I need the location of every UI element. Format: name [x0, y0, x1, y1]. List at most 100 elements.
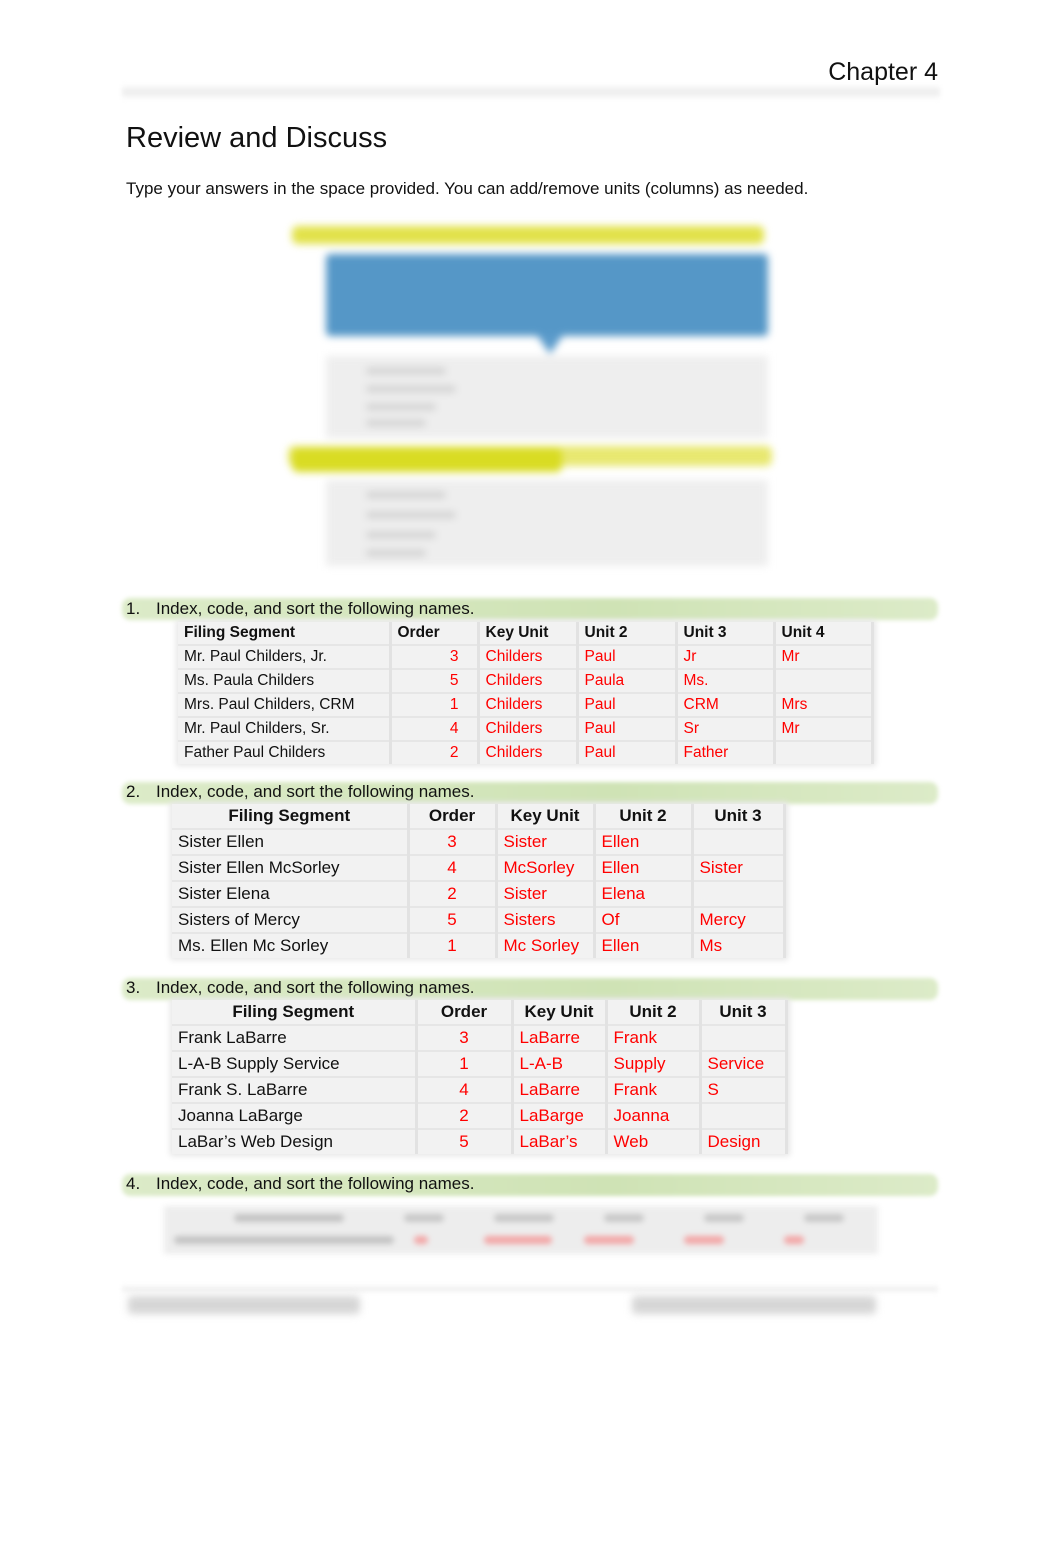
- order-cell[interactable]: 5: [416, 1128, 514, 1154]
- unit-4-cell[interactable]: Mr: [774, 716, 874, 741]
- order-cell[interactable]: 3: [416, 1024, 514, 1051]
- key-unit-cell[interactable]: LaBarre: [512, 1076, 608, 1103]
- figure-line: [366, 404, 436, 410]
- unit-3-cell[interactable]: CRM: [676, 692, 776, 717]
- key-unit-cell[interactable]: Childers: [478, 668, 579, 693]
- key-unit-cell[interactable]: LaBarge: [512, 1102, 608, 1129]
- filing-segment-cell: Sister Ellen: [172, 828, 410, 855]
- figure-callout-pointer: [536, 334, 564, 354]
- unit-3-cell[interactable]: S: [700, 1076, 788, 1103]
- figure-table-1: [326, 356, 768, 438]
- chapter-label: Chapter 4: [828, 58, 938, 86]
- order-cell[interactable]: 1: [390, 692, 480, 717]
- filing-segment-cell: Mr. Paul Childers, Sr.: [178, 716, 392, 741]
- unit-3-cell[interactable]: [700, 1024, 788, 1051]
- unit-3-cell[interactable]: Mercy: [692, 906, 786, 933]
- key-unit-cell[interactable]: LaBar’s: [512, 1128, 608, 1154]
- key-unit-cell[interactable]: LaBarre: [512, 1024, 608, 1051]
- unit-2-cell[interactable]: Ellen: [594, 854, 694, 881]
- unit-3-cell[interactable]: Jr: [676, 644, 776, 669]
- order-cell[interactable]: 5: [408, 906, 498, 933]
- header-key-unit: Key Unit: [496, 804, 596, 829]
- unit-2-cell[interactable]: Elena: [594, 880, 694, 907]
- key-unit-cell[interactable]: L-A-B: [512, 1050, 608, 1077]
- unit-2-cell[interactable]: Frank: [606, 1024, 702, 1051]
- figure-line: [366, 532, 436, 538]
- order-cell[interactable]: 1: [416, 1050, 514, 1077]
- unit-3-cell[interactable]: Ms: [692, 932, 786, 958]
- key-unit-cell[interactable]: Sister: [496, 828, 596, 855]
- key-unit-cell[interactable]: Childers: [478, 644, 579, 669]
- question-number: 4.: [126, 1174, 141, 1193]
- figure-line: [366, 492, 446, 498]
- unit-4-cell[interactable]: [774, 740, 874, 764]
- unit-2-cell[interactable]: Frank: [606, 1076, 702, 1103]
- unit-2-cell[interactable]: Web: [606, 1128, 702, 1154]
- order-cell[interactable]: 1: [408, 932, 498, 958]
- unit-3-cell[interactable]: [692, 880, 786, 907]
- blurred-header-text: [494, 1214, 554, 1222]
- table-row: Ms. Ellen Mc Sorley 1 Mc Sorley Ellen Ms: [172, 932, 786, 958]
- key-unit-cell[interactable]: Sisters: [496, 906, 596, 933]
- header-unit-4: Unit 4: [774, 622, 874, 645]
- order-cell[interactable]: 2: [408, 880, 498, 907]
- header-unit-3: Unit 3: [692, 804, 786, 829]
- blurred-header-text: [234, 1214, 344, 1222]
- question-3-table: Filing Segment Order Key Unit Unit 2 Uni…: [172, 1000, 788, 1154]
- filing-segment-cell: Frank LaBarre: [172, 1024, 418, 1051]
- unit-4-cell[interactable]: [774, 668, 874, 693]
- order-cell[interactable]: 3: [408, 828, 498, 855]
- table-row: Mrs. Paul Childers, CRM 1 Childers Paul …: [178, 692, 874, 717]
- table-row: Sister Elena 2 Sister Elena: [172, 880, 786, 907]
- unit-3-cell[interactable]: Ms.: [676, 668, 776, 693]
- unit-2-cell[interactable]: Paul: [577, 692, 678, 717]
- unit-3-cell[interactable]: [692, 828, 786, 855]
- key-unit-cell[interactable]: Childers: [478, 740, 579, 764]
- order-cell[interactable]: 4: [408, 854, 498, 881]
- unit-2-cell[interactable]: Paula: [577, 668, 678, 693]
- unit-3-cell[interactable]: Service: [700, 1050, 788, 1077]
- table-row: Mr. Paul Childers, Sr. 4 Childers Paul S…: [178, 716, 874, 741]
- order-cell[interactable]: 4: [416, 1076, 514, 1103]
- order-cell[interactable]: 3: [390, 644, 480, 669]
- filing-segment-cell: Joanna LaBarge: [172, 1102, 418, 1129]
- table-row: Frank S. LaBarre 4 LaBarre Frank S: [172, 1076, 788, 1103]
- unit-3-cell[interactable]: Sister: [692, 854, 786, 881]
- unit-2-cell[interactable]: Supply: [606, 1050, 702, 1077]
- unit-4-cell[interactable]: Mrs: [774, 692, 874, 717]
- question-number: 1.: [126, 599, 141, 618]
- unit-2-cell[interactable]: Joanna: [606, 1102, 702, 1129]
- unit-2-cell[interactable]: Paul: [577, 716, 678, 741]
- order-cell[interactable]: 4: [390, 716, 480, 741]
- unit-2-cell[interactable]: Of: [594, 906, 694, 933]
- figure-line: [366, 550, 426, 556]
- unit-3-cell[interactable]: [700, 1102, 788, 1129]
- question-1-table: Filing Segment Order Key Unit Unit 2 Uni…: [178, 622, 874, 764]
- unit-2-cell[interactable]: Paul: [577, 644, 678, 669]
- order-cell[interactable]: 2: [390, 740, 480, 764]
- key-unit-cell[interactable]: Childers: [478, 692, 579, 717]
- table-row: Father Paul Childers 2 Childers Paul Fat…: [178, 740, 874, 764]
- unit-3-cell[interactable]: Design: [700, 1128, 788, 1154]
- key-unit-cell[interactable]: Mc Sorley: [496, 932, 596, 958]
- header-order: Order: [408, 804, 498, 829]
- unit-3-cell[interactable]: Father: [676, 740, 776, 764]
- unit-2-cell[interactable]: Ellen: [594, 932, 694, 958]
- question-text: Index, code, and sort the following name…: [156, 599, 475, 618]
- filing-segment-cell: Father Paul Childers: [178, 740, 392, 764]
- unit-2-cell[interactable]: Ellen: [594, 828, 694, 855]
- order-cell[interactable]: 5: [390, 668, 480, 693]
- unit-3-cell[interactable]: Sr: [676, 716, 776, 741]
- blurred-header-text: [804, 1214, 844, 1222]
- key-unit-cell[interactable]: Sister: [496, 880, 596, 907]
- question-text: Index, code, and sort the following name…: [156, 978, 475, 997]
- footer-right-blurred: [632, 1296, 876, 1314]
- order-cell[interactable]: 2: [416, 1102, 514, 1129]
- blurred-answer: [784, 1236, 804, 1244]
- unit-4-cell[interactable]: Mr: [774, 644, 874, 669]
- unit-2-cell[interactable]: Paul: [577, 740, 678, 764]
- header-filing-segment: Filing Segment: [178, 622, 392, 645]
- key-unit-cell[interactable]: Childers: [478, 716, 579, 741]
- figure-table-2: [326, 480, 768, 566]
- key-unit-cell[interactable]: McSorley: [496, 854, 596, 881]
